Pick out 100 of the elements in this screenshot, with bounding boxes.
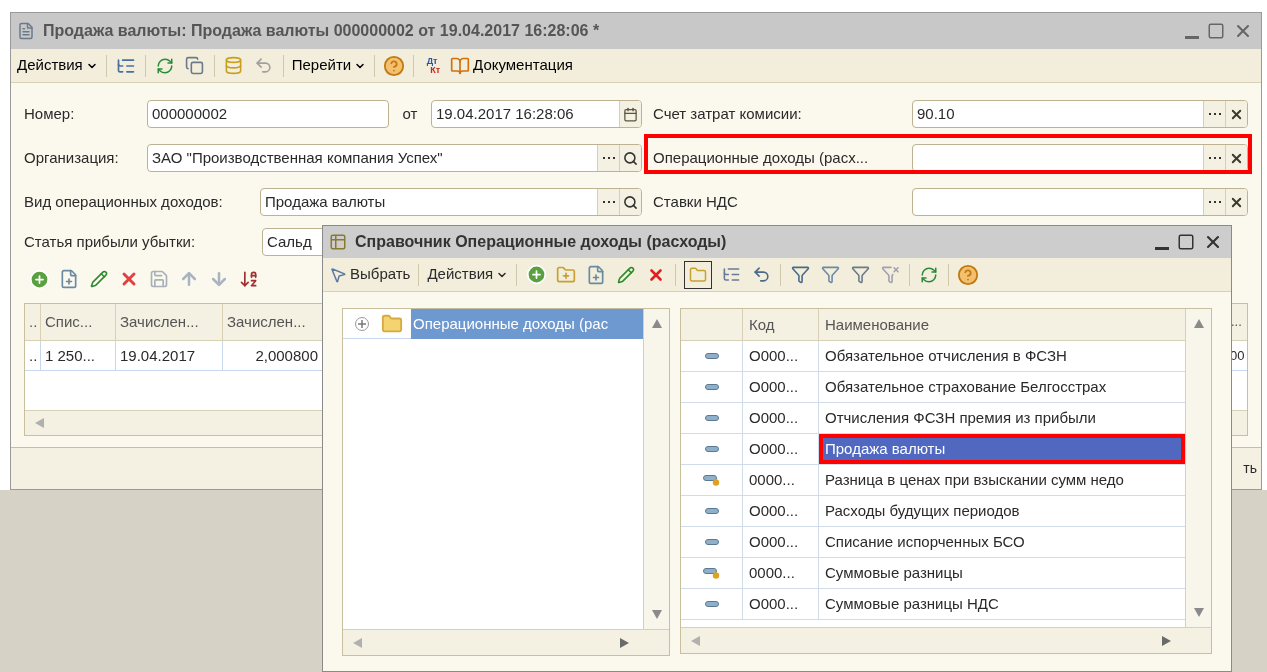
table-cell-text: Расходы будущих периодов <box>824 501 1021 521</box>
scroll-left-icon[interactable] <box>691 635 700 646</box>
choose-button[interactable] <box>1203 145 1225 171</box>
table-cell-text: Отчисления ФСЗН премия из прибыли <box>824 408 1097 428</box>
input-field[interactable]: 19.04.2017 16:28:06 <box>431 100 642 128</box>
table-cell: O000... <box>743 496 819 526</box>
clear-button[interactable] <box>1225 145 1247 171</box>
horizontal-scrollbar[interactable] <box>681 627 1211 653</box>
element-icon <box>704 384 719 390</box>
table-cell: O000... <box>743 403 819 433</box>
window-title: Справочник Операционные доходы (расходы) <box>355 232 728 252</box>
more-icon <box>602 156 615 160</box>
minimize-icon[interactable] <box>1185 35 1199 39</box>
pencil-icon[interactable] <box>88 268 110 290</box>
minimize-icon[interactable] <box>1155 246 1169 250</box>
field-label: от <box>401 103 419 124</box>
table-row[interactable]: O000... Отчисления ФСЗН премия из прибыли <box>681 403 1185 434</box>
column-header[interactable]: Зачислен... <box>116 304 223 340</box>
element-dot-icon <box>703 567 720 579</box>
table-cell-text: Списание испорченных БСО <box>824 532 1026 552</box>
table-cell-text: Суммовые разницы <box>824 563 964 583</box>
maximize-icon <box>1177 233 1195 251</box>
clear-button[interactable] <box>1225 189 1247 215</box>
more-icon <box>1208 156 1221 160</box>
search-button[interactable] <box>619 189 641 215</box>
window-title: Продажа валюты: Продажа валюты 000000002 от 19.04.2017 16:28:06 * <box>43 21 601 41</box>
element-icon <box>704 539 719 545</box>
column-header[interactable]: Наименование <box>819 309 1185 340</box>
column-header[interactable]: Код <box>743 309 819 340</box>
input-field[interactable] <box>912 144 1248 172</box>
input-field[interactable] <box>912 188 1248 216</box>
field-label: Вид операционных доходов: <box>24 191 224 212</box>
table-row[interactable]: O000... Расходы будущих периодов <box>681 496 1185 527</box>
table-row[interactable]: O000... Списание испорченных БСО <box>681 527 1185 558</box>
vertical-scrollbar[interactable] <box>643 309 669 629</box>
table-row[interactable]: 0000... Разница в ценах при взыскании сумм недо <box>681 465 1185 496</box>
table-cell: 0000... <box>743 558 819 588</box>
vertical-scrollbar[interactable] <box>1185 309 1211 627</box>
save-icon[interactable] <box>148 268 170 290</box>
scroll-down-icon[interactable] <box>651 610 662 619</box>
clear-button[interactable] <box>1225 101 1247 127</box>
goto-menu[interactable]: Перейти <box>291 54 367 77</box>
input-field[interactable]: Продажа валюты <box>260 188 642 216</box>
column-header[interactable]: Спис... <box>41 304 116 340</box>
table-cell-text: Разница в ценах при взыскании сумм недо <box>824 470 1125 490</box>
scroll-up-icon[interactable] <box>651 319 662 328</box>
element-icon <box>704 508 719 514</box>
scroll-right-icon[interactable] <box>1162 635 1171 646</box>
scroll-left-icon[interactable] <box>353 637 362 648</box>
search-icon <box>623 150 638 166</box>
table-row[interactable]: O000... Продажа валюты <box>681 434 1185 465</box>
pointer-icon <box>329 265 347 284</box>
select-button[interactable]: Выбрать <box>329 263 411 286</box>
scroll-right-icon[interactable] <box>620 637 629 648</box>
scroll-left-icon[interactable] <box>35 418 44 428</box>
table-cell: 19.04.2017 <box>116 341 223 370</box>
table-row[interactable]: O000... Обязательное страхование Белгосстрах <box>681 372 1185 403</box>
add-icon[interactable] <box>28 268 50 290</box>
field-label: Организация: <box>24 147 120 168</box>
input-field[interactable]: 000000002 <box>147 100 389 128</box>
table-cell: O000... <box>743 372 819 402</box>
scroll-down-icon[interactable] <box>1193 608 1204 617</box>
element-icon <box>704 601 719 607</box>
horizontal-scrollbar[interactable] <box>343 629 669 655</box>
maximize-icon <box>1207 22 1225 40</box>
table-cell: O000... <box>743 527 819 557</box>
more-icon <box>1208 112 1221 116</box>
field-label: Статья прибыли убытки: <box>24 231 197 252</box>
column-header[interactable]: .. <box>25 304 41 340</box>
field-label: Операционные доходы (расх... <box>653 147 870 168</box>
scroll-up-icon[interactable] <box>1193 319 1204 328</box>
input-field[interactable]: 90.10 <box>912 100 1248 128</box>
help-icon[interactable] <box>383 54 406 77</box>
table-icon <box>329 233 347 251</box>
table-row[interactable]: O000... Суммовые разницы НДС <box>681 589 1185 620</box>
actions-menu[interactable]: Действия <box>17 54 98 77</box>
footer-button[interactable]: ть <box>1243 458 1257 479</box>
debit-credit-button[interactable]: Дт Кт <box>422 56 443 75</box>
more-icon <box>1208 200 1221 204</box>
table-row[interactable]: 0000... Суммовые разницы <box>681 558 1185 589</box>
search-button[interactable] <box>619 145 641 171</box>
table-cell: 0000... <box>743 465 819 495</box>
table-cell-text: Обязательное страхование Белгосстрах <box>824 377 1108 397</box>
folder-icon <box>381 312 403 335</box>
more-icon <box>602 200 615 204</box>
calendar-icon <box>623 106 638 122</box>
calendar-button[interactable] <box>619 101 641 127</box>
table-cell: Продажа валюты <box>819 434 1185 464</box>
table-row[interactable]: O000... Обязательное отчисления в ФСЗН <box>681 341 1185 372</box>
help-icon[interactable] <box>957 263 980 286</box>
table-cell: O000... <box>743 341 819 371</box>
book-icon <box>450 55 471 76</box>
add-icon[interactable] <box>525 263 548 286</box>
documentation-button[interactable]: Документация <box>450 54 573 77</box>
folder-icon[interactable] <box>684 260 713 289</box>
field-label: Ставки НДС <box>653 191 739 212</box>
input-field[interactable]: ЗАО "Производственная компания Успех" <box>147 144 642 172</box>
actions-menu[interactable]: Действия <box>427 263 509 286</box>
element-icon <box>704 446 719 452</box>
table-cell: O000... <box>743 589 819 619</box>
